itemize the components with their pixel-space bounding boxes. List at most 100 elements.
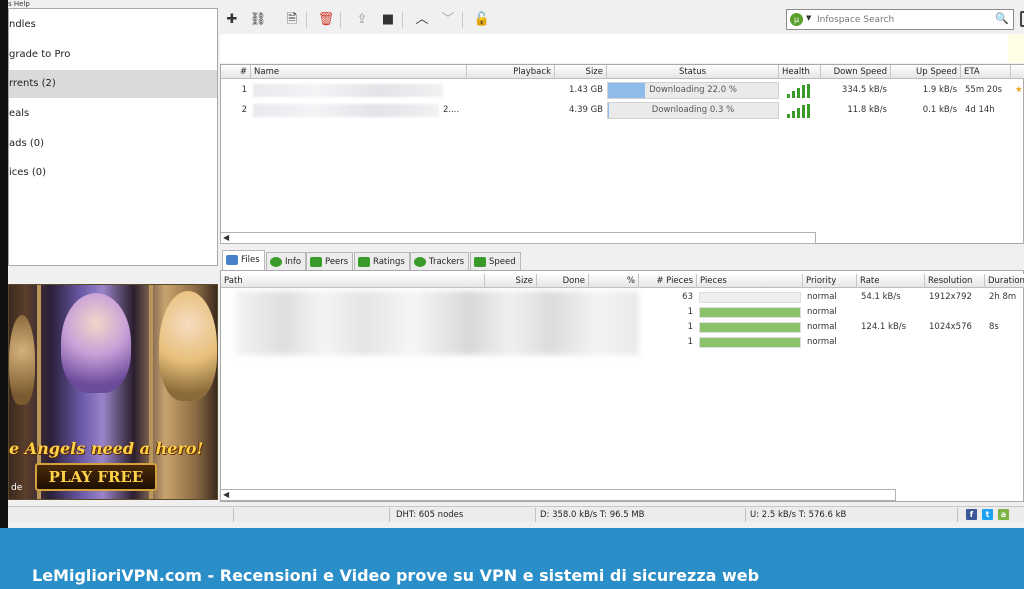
tab-label: Info xyxy=(285,257,302,267)
column-header-percent[interactable]: % xyxy=(589,274,639,288)
sidebar-item-bundles[interactable]: ndles xyxy=(9,11,217,39)
move-down-button[interactable]: ﹀ xyxy=(438,11,458,29)
file-num-pieces: 63 xyxy=(682,292,693,302)
status-section-blank xyxy=(234,508,390,522)
sidebar-item-label: ices (0) xyxy=(9,167,46,178)
sidebar-item-label: rrents (2) xyxy=(9,78,56,89)
sidebar-item-devices[interactable]: ices (0) xyxy=(9,159,217,187)
twitter-icon[interactable]: t xyxy=(982,509,993,520)
file-row[interactable]: 1 normal xyxy=(221,305,1024,320)
tab-label: Files xyxy=(241,255,260,265)
file-pieces-fill xyxy=(700,338,800,347)
column-header-file-size[interactable]: Size xyxy=(485,274,537,288)
utorrent-logo-icon[interactable]: µ xyxy=(790,13,803,26)
torrent-name-redacted xyxy=(253,84,443,97)
file-priority: normal xyxy=(807,337,837,347)
sidebar-item-label: eals xyxy=(9,108,30,119)
file-row[interactable]: 1 normal 124.1 kB/s 1024x576 8s xyxy=(221,320,1024,335)
status-dht[interactable]: DHT: 605 nodes xyxy=(390,508,536,522)
files-scrollbar[interactable]: ◀ xyxy=(220,489,896,501)
start-button[interactable]: ⇪ xyxy=(352,11,372,29)
toolbar-separator xyxy=(462,12,463,28)
file-resolution xyxy=(929,335,985,350)
sidebar-item-label: grade to Pro xyxy=(9,49,71,60)
stop-button[interactable]: ■ xyxy=(378,11,398,29)
sidebar: ndles grade to Pro rrents (2) eals ads (… xyxy=(8,8,218,266)
torrent-down-speed: 11.8 kB/s xyxy=(847,105,887,115)
ad-figure-left xyxy=(61,293,131,393)
status-download[interactable]: D: 358.0 kB/s T: 96.5 MB xyxy=(536,508,746,522)
column-header-size[interactable]: Size xyxy=(555,65,607,79)
column-header-done[interactable]: Done xyxy=(537,274,589,288)
column-header-rate[interactable]: Rate xyxy=(857,274,925,288)
move-up-button[interactable]: ︿ xyxy=(412,11,432,29)
remote-monitor-icon[interactable] xyxy=(1020,11,1024,27)
column-header-pieces[interactable]: Pieces xyxy=(697,274,803,288)
toolbar: ✚ ⛓ 🗎 🗑 ⇪ ■ ︿ ﹀ 🔓 µ ▼ 🔍 xyxy=(220,8,1024,32)
tab-files[interactable]: Files xyxy=(222,250,265,270)
scroll-left-icon[interactable]: ◀ xyxy=(223,233,229,243)
health-bars-icon xyxy=(787,104,813,118)
column-header-eta[interactable]: ETA xyxy=(961,65,1011,79)
file-row[interactable]: 1 normal xyxy=(221,335,1024,350)
torrent-up-speed: 0.1 kB/s xyxy=(922,105,957,115)
file-pieces-bar xyxy=(699,307,801,318)
torrent-status-bar: Downloading 22.0 % xyxy=(607,82,779,99)
column-header-path[interactable]: Path xyxy=(221,274,485,288)
column-header-priority[interactable]: Priority xyxy=(803,274,857,288)
speed-icon xyxy=(474,257,486,267)
unlock-button[interactable]: 🔓 xyxy=(472,11,492,29)
torrent-name-tail: 2.... xyxy=(443,105,460,115)
column-header-duration[interactable]: Duration xyxy=(985,274,1024,288)
android-icon[interactable]: a xyxy=(998,509,1009,520)
file-row[interactable]: 63 normal 54.1 kB/s 1912x792 2h 8m xyxy=(221,290,1024,305)
torrent-list-scrollbar[interactable]: ◀ xyxy=(220,232,816,244)
tab-speed[interactable]: Speed xyxy=(470,252,521,270)
sidebar-item-deals[interactable]: eals xyxy=(9,100,217,128)
add-torrent-button[interactable]: ✚ xyxy=(222,11,242,29)
torrent-status-bar: Downloading 0.3 % xyxy=(607,102,779,119)
play-free-button[interactable]: PLAY FREE xyxy=(35,463,157,491)
file-rate xyxy=(861,305,925,320)
tab-info[interactable]: Info xyxy=(266,252,307,270)
status-upload[interactable]: U: 2.5 kB/s T: 576.6 kB xyxy=(746,508,958,522)
torrent-row[interactable]: 2 2.... 4.39 GB Downloading 0.3 % 11.8 k… xyxy=(221,101,1024,120)
column-header-health[interactable]: Health xyxy=(779,65,821,79)
column-header-down-speed[interactable]: Down Speed xyxy=(821,65,891,79)
search-icon[interactable]: 🔍 xyxy=(994,11,1010,27)
ad-banner[interactable]: e Angels need a hero! PLAY FREE de xyxy=(8,284,218,500)
tab-peers[interactable]: Peers xyxy=(306,252,354,270)
remove-button[interactable]: 🗑 xyxy=(316,11,336,29)
toolbar-separator xyxy=(306,12,307,28)
left-edge xyxy=(0,0,8,528)
search-input[interactable] xyxy=(817,10,977,29)
menu-bar[interactable]: s Help xyxy=(8,0,218,8)
create-torrent-button[interactable]: 🗎 xyxy=(282,11,302,29)
tab-trackers[interactable]: Trackers xyxy=(410,252,470,270)
torrent-size: 4.39 GB xyxy=(568,105,603,115)
scroll-left-icon[interactable]: ◀ xyxy=(223,490,229,500)
column-header-resolution[interactable]: Resolution xyxy=(925,274,985,288)
add-url-button[interactable]: ⛓ xyxy=(248,11,268,29)
sidebar-item-torrents[interactable]: rrents (2) xyxy=(9,70,217,98)
tab-ratings[interactable]: Ratings xyxy=(354,252,410,270)
menu-fragment[interactable]: s Help xyxy=(8,0,30,8)
column-header-status[interactable]: Status xyxy=(607,65,779,79)
file-num-pieces: 1 xyxy=(687,307,693,317)
sidebar-item-feeds[interactable]: ads (0) xyxy=(9,130,217,158)
torrent-row[interactable]: 1 1.43 GB Downloading 22.0 % 334.5 kB/s … xyxy=(221,81,1024,100)
search-box: µ ▼ 🔍 xyxy=(786,9,1014,30)
ad-tagline: e Angels need a hero! xyxy=(9,439,204,458)
column-header-playback[interactable]: Playback xyxy=(467,65,555,79)
column-header-up-speed[interactable]: Up Speed xyxy=(891,65,961,79)
chevron-down-icon[interactable]: ▼ xyxy=(806,14,811,22)
column-header-num-pieces[interactable]: # Pieces xyxy=(639,274,697,288)
file-pieces-bar xyxy=(699,337,801,348)
facebook-icon[interactable]: f xyxy=(966,509,977,520)
file-pieces-bar xyxy=(699,292,801,303)
detail-tabs: Files Info Peers Ratings Trackers Speed xyxy=(222,250,1024,270)
column-header-number[interactable]: # xyxy=(221,65,251,79)
sidebar-item-upgrade[interactable]: grade to Pro xyxy=(9,41,217,69)
column-header-name[interactable]: Name xyxy=(251,65,467,79)
torrent-eta: 4d 14h xyxy=(965,105,995,115)
